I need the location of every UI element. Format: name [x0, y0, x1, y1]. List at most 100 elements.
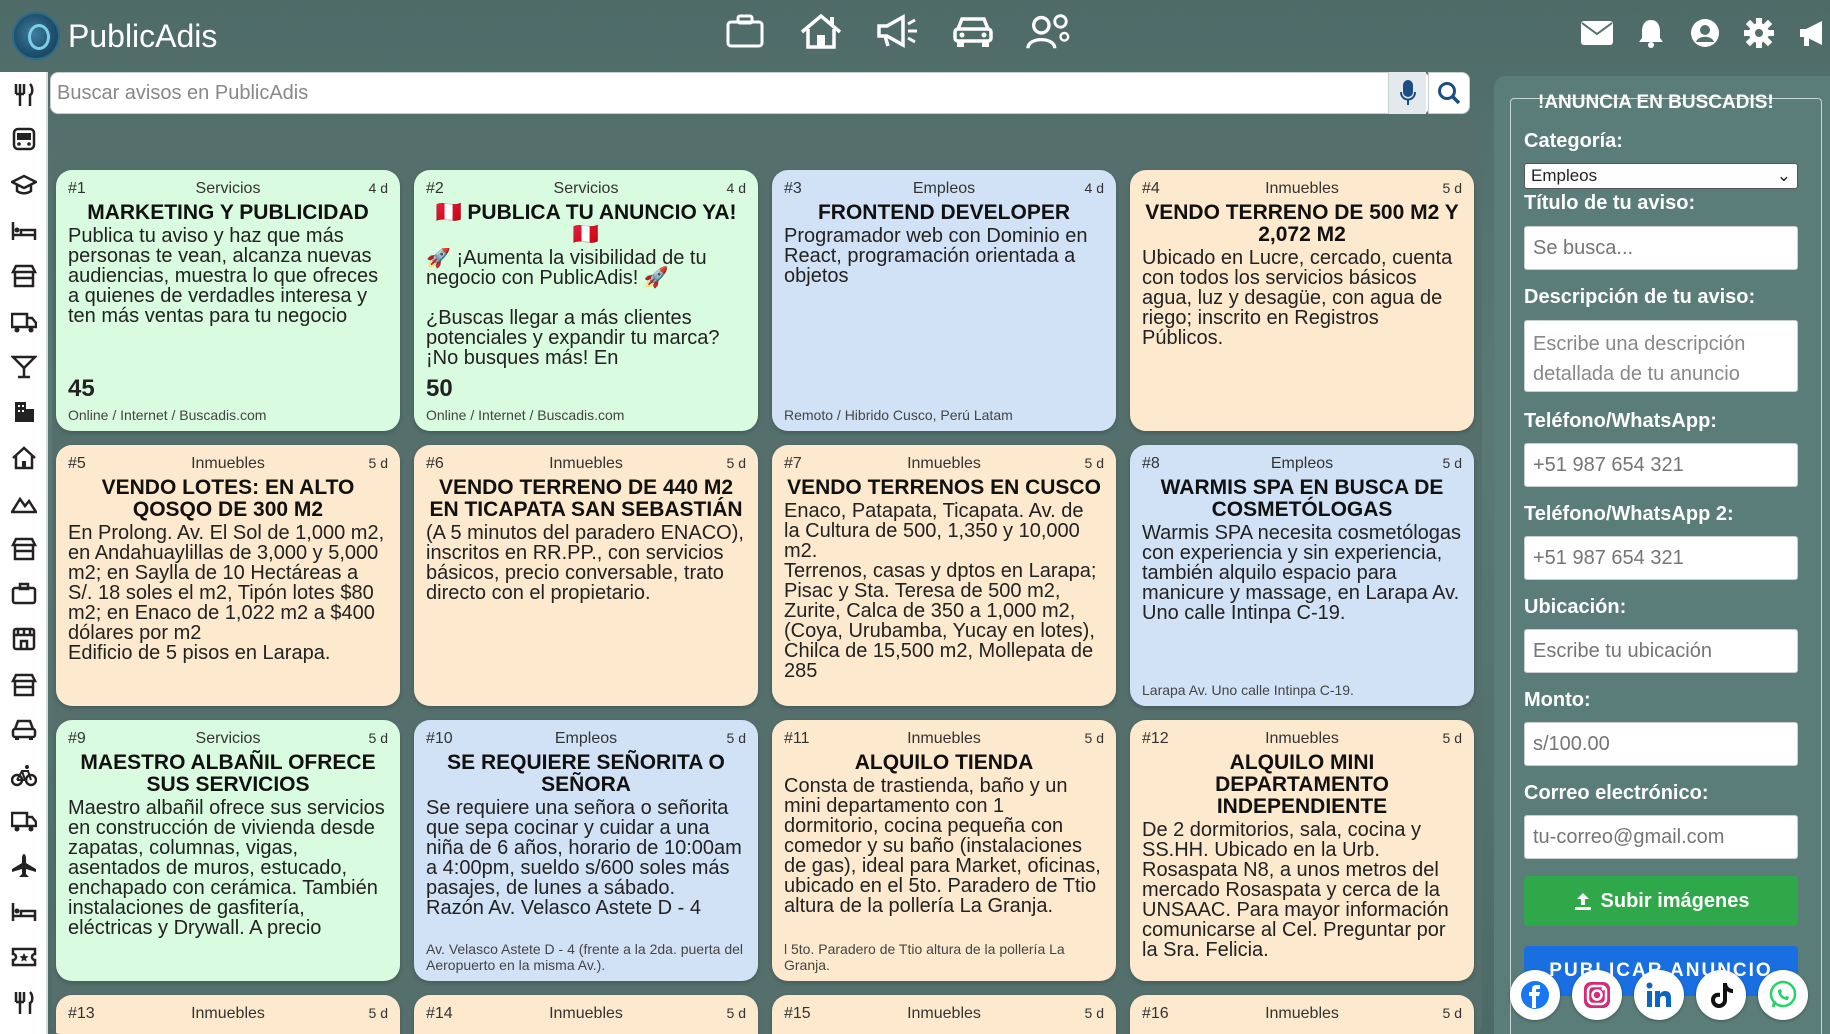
house-icon[interactable]: [0, 435, 48, 480]
phone-input[interactable]: [1524, 443, 1798, 487]
location-input[interactable]: [1524, 629, 1798, 673]
card-number: #5: [68, 455, 86, 472]
card-category: Empleos: [912, 180, 976, 197]
card-number: #9: [68, 730, 86, 747]
ad-card[interactable]: #2 Servicios 4 d 🇵🇪 PUBLICA TU ANUNCIO YA! …: [414, 170, 758, 431]
mountain-icon[interactable]: [0, 481, 48, 526]
phone2-input[interactable]: [1524, 536, 1798, 580]
car-icon[interactable]: [950, 8, 996, 54]
upload-images-button[interactable]: Subir imágenes: [1524, 876, 1798, 926]
ad-card[interactable]: #16 Inmuebles 5 d: [1130, 995, 1474, 1034]
card-location: l 5to. Paradero de Ttio altura de la pol…: [784, 941, 1065, 973]
card-header: #7 Inmuebles 5 d: [784, 455, 1104, 475]
user-circle-icon[interactable]: [1688, 16, 1722, 50]
briefcase-icon[interactable]: [722, 8, 768, 54]
phone-label: Teléfono/WhatsApp:: [1524, 410, 1717, 432]
app-logo[interactable]: [12, 12, 60, 60]
ad-card[interactable]: #8 Empleos 5 d WARMIS SPA EN BUSCA DE COSME…: [1130, 445, 1474, 706]
ad-card[interactable]: #13 Inmuebles 5 d: [56, 995, 400, 1034]
whatsapp-icon[interactable]: [1758, 970, 1808, 1020]
search-button[interactable]: [1428, 72, 1470, 114]
card-description: Consta de trastienda, baño y un mini dep…: [784, 776, 1101, 916]
card-location: Remoto / Hibrido Cusco, Perú Latam: [784, 407, 1013, 423]
ad-card[interactable]: #14 Inmuebles 5 d: [414, 995, 758, 1034]
instagram-icon[interactable]: [1572, 970, 1622, 1020]
facebook-icon[interactable]: [1510, 970, 1560, 1020]
briefcase-icon[interactable]: [0, 571, 48, 616]
top-bar: PublicAdis: [0, 0, 1830, 72]
cocktail-icon[interactable]: [0, 344, 48, 389]
store-icon[interactable]: [0, 662, 48, 707]
card-age: 5 d: [1442, 180, 1462, 196]
utensils-icon[interactable]: [0, 72, 48, 117]
search-input[interactable]: [57, 75, 1387, 111]
ad-title-input[interactable]: [1524, 226, 1798, 270]
ad-card[interactable]: #3 Empleos 4 d FRONTEND DEVELOPER Programado…: [772, 170, 1116, 431]
card-location: Online / Internet / Buscadis.com: [68, 407, 267, 423]
truck-icon[interactable]: [0, 798, 48, 843]
graduation-cap-icon[interactable]: [0, 163, 48, 208]
bed-icon[interactable]: [0, 208, 48, 253]
truck-icon[interactable]: [0, 299, 48, 344]
app-name[interactable]: PublicAdis: [68, 18, 217, 55]
ad-card[interactable]: #5 Inmuebles 5 d VENDO LOTES: EN ALTO QOSQO…: [56, 445, 400, 706]
card-category: Empleos: [1270, 455, 1334, 472]
ad-card[interactable]: #9 Servicios 5 d MAESTRO ALBAÑIL OFRECE SUS…: [56, 720, 400, 981]
card-number: #1: [68, 180, 86, 197]
car-icon[interactable]: [0, 707, 48, 752]
bicycle-icon[interactable]: [0, 753, 48, 798]
tiktok-icon[interactable]: [1696, 970, 1746, 1020]
card-header: #9 Servicios 5 d: [68, 730, 388, 750]
microphone-icon[interactable]: [1388, 72, 1426, 114]
store-icon[interactable]: [0, 254, 48, 299]
user-gears-icon[interactable]: [1026, 8, 1072, 54]
megaphone-icon[interactable]: [874, 8, 920, 54]
card-category: Inmuebles: [907, 730, 981, 747]
search-bar: [50, 72, 1430, 114]
card-age: 5 d: [1084, 730, 1104, 746]
card-number: #8: [1142, 455, 1160, 472]
utensils-icon[interactable]: [0, 980, 48, 1025]
ad-card[interactable]: #7 Inmuebles 5 d VENDO TERRENOS EN CUSCO Ena…: [772, 445, 1116, 706]
bell-icon[interactable]: [1634, 16, 1668, 50]
card-price: 45: [68, 375, 95, 402]
ad-card[interactable]: #6 Inmuebles 5 d VENDO TERRENO DE 440 M2 EN…: [414, 445, 758, 706]
plane-icon[interactable]: [0, 844, 48, 889]
description-textarea[interactable]: Escribe una descripción detallada de tu …: [1524, 320, 1798, 392]
card-title: MAESTRO ALBAÑIL OFRECE SUS SERVICIOS: [80, 751, 376, 796]
ad-card[interactable]: #1 Servicios 4 d MARKETING Y PUBLICIDAD Publ…: [56, 170, 400, 431]
phone2-label: Teléfono/WhatsApp 2:: [1524, 503, 1734, 525]
store-icon[interactable]: [0, 526, 48, 571]
card-title: 🇵🇪 PUBLICA TU ANUNCIO YA! 🇵🇪: [435, 201, 737, 246]
gear-icon[interactable]: [1742, 16, 1776, 50]
category-select[interactable]: Empleos ⌄: [1524, 163, 1798, 189]
bullhorn-icon[interactable]: [1796, 16, 1830, 50]
building-icon[interactable]: [0, 390, 48, 435]
card-description: En Prolong. Av. El Sol de 1,000 m2, en A…: [68, 523, 385, 663]
ticket-icon[interactable]: [0, 934, 48, 979]
amount-input[interactable]: [1524, 722, 1798, 766]
ad-card[interactable]: #11 Inmuebles 5 d ALQUILO TIENDA Consta de t…: [772, 720, 1116, 981]
ad-card[interactable]: #12 Inmuebles 5 d ALQUILO MINI DEPARTAMENTO…: [1130, 720, 1474, 981]
ad-title-label: Título de tu aviso:: [1524, 192, 1696, 214]
envelope-icon[interactable]: [1580, 16, 1614, 50]
shop-icon[interactable]: [0, 617, 48, 662]
house-icon[interactable]: [798, 8, 844, 54]
ad-card[interactable]: #4 Inmuebles 5 d VENDO TERRENO DE 500 M2 Y …: [1130, 170, 1474, 431]
card-title: VENDO LOTES: EN ALTO QOSQO DE 300 M2: [101, 476, 355, 521]
card-age: 4 d: [368, 180, 388, 196]
card-header: #5 Inmuebles 5 d: [68, 455, 388, 475]
bed-icon[interactable]: [0, 889, 48, 934]
ad-card[interactable]: #10 Empleos 5 d SE REQUIERE SEÑORITA O SEÑO…: [414, 720, 758, 981]
ads-grid: #1 Servicios 4 d MARKETING Y PUBLICIDAD Publ…: [56, 170, 1474, 1034]
linkedin-icon[interactable]: [1634, 970, 1684, 1020]
card-number: #16: [1142, 1005, 1169, 1022]
bus-icon[interactable]: [0, 117, 48, 162]
email-input[interactable]: [1524, 815, 1798, 859]
ad-card[interactable]: #15 Inmuebles 5 d: [772, 995, 1116, 1034]
card-header: #6 Inmuebles 5 d: [426, 455, 746, 475]
card-title: ALQUILO TIENDA: [854, 751, 1034, 774]
card-header: #14 Inmuebles 5 d: [426, 1005, 746, 1025]
category-select-value: Empleos: [1531, 166, 1598, 185]
card-price: 50: [426, 375, 453, 402]
